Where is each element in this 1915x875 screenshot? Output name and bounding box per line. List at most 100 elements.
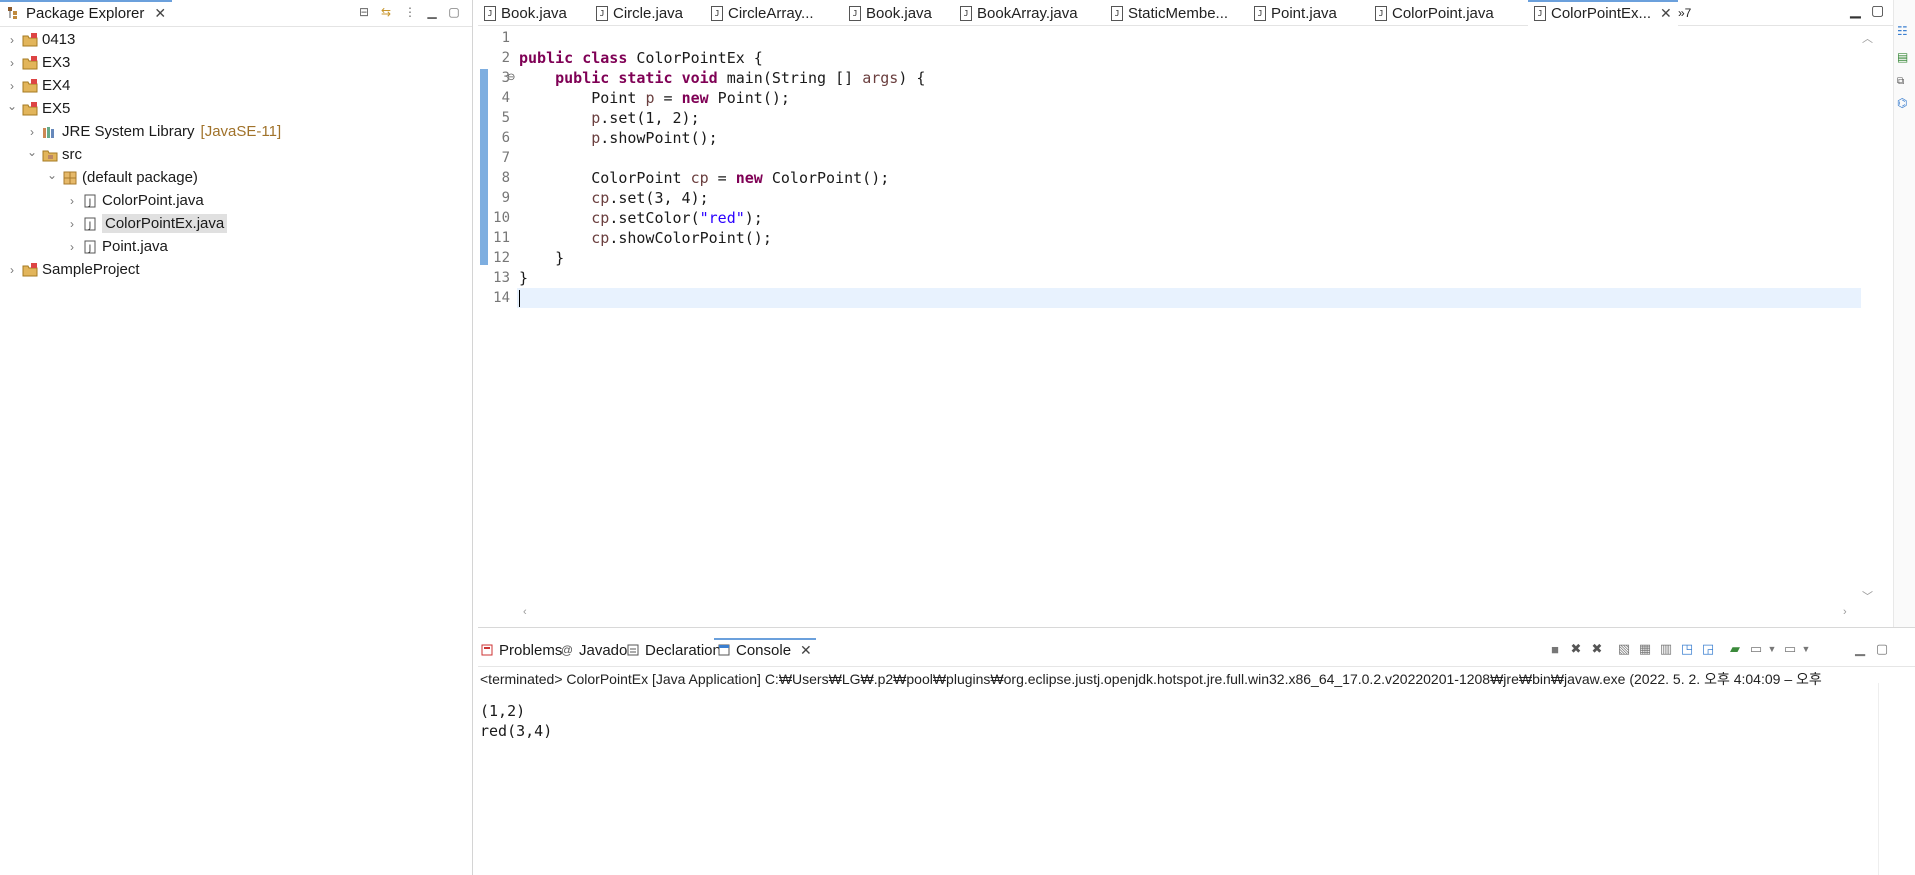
show-on-stdout-icon[interactable]: ◳ (1679, 641, 1695, 657)
code-line[interactable] (517, 288, 1861, 308)
hierarchy-icon[interactable]: ⌬ (1897, 96, 1907, 110)
code-line[interactable]: ColorPoint cp = new ColorPoint(); (519, 168, 1859, 188)
code-line[interactable]: Point p = new Point(); (519, 88, 1859, 108)
restore-icon[interactable]: ⧉ (1897, 76, 1904, 87)
editor-tab[interactable]: J StaticMembe... (1111, 0, 1228, 26)
code-line[interactable] (519, 28, 1859, 48)
line-number-ruler: 1 2 3 4 5 6 7 8 9 10 11 12 13 14 (490, 28, 510, 308)
chevron-right-icon[interactable]: › (4, 79, 20, 93)
chevron-down-icon[interactable]: ⌄ (44, 168, 60, 182)
tree-item[interactable]: ⌄ (default package) (0, 166, 198, 189)
maximize-icon[interactable]: ▢ (1871, 2, 1884, 19)
editor-tab[interactable]: J Book.java (484, 0, 567, 26)
code-editor[interactable]: public class ColorPointEx { public stati… (517, 28, 1861, 308)
tab-declaration[interactable]: Declaration (626, 638, 721, 662)
code-line[interactable]: public class ColorPointEx { (519, 48, 1859, 68)
maximize-icon[interactable]: ▢ (446, 4, 462, 20)
editor-tab-label: Circle.java (613, 4, 684, 22)
editor-vertical-scrollbar[interactable]: ︿ ﹀ (1858, 28, 1878, 614)
chevron-down-icon[interactable]: ⌄ (4, 99, 20, 113)
editor-tab[interactable]: J Point.java (1254, 0, 1337, 26)
minimize-icon[interactable]: ▁ (424, 4, 440, 20)
console-panel: Problems @ Javadoc Declaration Console ✕ ■ ✖ … (478, 627, 1915, 875)
line-number: 12 (493, 250, 510, 266)
collapse-all-icon[interactable]: ⊟ (356, 4, 372, 20)
console-tab-label: Problems (499, 641, 563, 659)
code-line[interactable]: cp.set(3, 4); (519, 188, 1859, 208)
close-icon[interactable]: ✕ (800, 642, 812, 659)
chevron-down-icon[interactable]: ▼ (1798, 641, 1814, 657)
tab-problems[interactable]: Problems (480, 638, 562, 662)
word-wrap-icon[interactable]: ▥ (1658, 641, 1674, 657)
chevron-right-icon[interactable]: › (64, 194, 80, 208)
show-on-stderr-icon[interactable]: ◲ (1700, 641, 1716, 657)
editor-tab[interactable]: J Book.java (849, 0, 932, 26)
task-list-icon[interactable]: ▤ (1897, 50, 1908, 64)
code-line[interactable]: } (519, 248, 1859, 268)
chevron-right-icon[interactable]: › (64, 217, 80, 231)
chevron-down-icon[interactable]: ⌄ (24, 145, 40, 159)
java-file-icon: J (596, 5, 608, 21)
tree-item[interactable]: › J ColorPointEx.java (0, 212, 228, 235)
close-icon[interactable]: ✕ (1660, 5, 1672, 22)
scroll-down-icon[interactable]: ﹀ (1862, 588, 1873, 604)
chevron-down-icon[interactable]: ▼ (1764, 641, 1780, 657)
outline-icon[interactable]: ☷ (1897, 24, 1908, 38)
editor-tab-label: BookArray.java (977, 4, 1078, 22)
scroll-right-icon[interactable]: › (1843, 606, 1847, 618)
tab-javadoc[interactable]: @ Javadoc (560, 638, 635, 662)
chevron-right-icon[interactable]: › (4, 33, 20, 47)
view-menu-icon[interactable]: ⋮ (402, 4, 418, 20)
chevron-right-icon[interactable]: › (4, 263, 20, 277)
editor-horizontal-scrollbar[interactable]: ‹ › (519, 604, 1859, 624)
console-vertical-scrollbar[interactable] (1878, 683, 1899, 875)
tab-package-explorer[interactable]: Package Explorer ✕ (0, 0, 173, 26)
chevron-right-icon[interactable]: › (64, 240, 80, 254)
maximize-icon[interactable]: ▢ (1874, 641, 1890, 657)
remove-launch-icon[interactable]: ✖ (1568, 641, 1584, 657)
tree-item[interactable]: › EX3 (0, 51, 70, 74)
tree-item[interactable]: › SampleProject (0, 258, 140, 281)
tree-item[interactable]: › JRE System Library [JavaSE-11] (0, 120, 281, 143)
line-number: 11 (493, 230, 510, 246)
pin-console-icon[interactable]: ▰ (1727, 641, 1743, 657)
editor-tabbar: J Book.java J Circle.java J CircleArray... J Bo… (478, 0, 1915, 26)
minimize-icon[interactable]: ▁ (1852, 641, 1868, 657)
remove-all-terminated-icon[interactable]: ✖ (1589, 641, 1605, 657)
code-line[interactable]: public static void main(String [] args) … (519, 68, 1859, 88)
code-line[interactable]: cp.showColorPoint(); (519, 228, 1859, 248)
editor-tab[interactable]: J Circle.java (596, 0, 683, 26)
tab-overflow-button[interactable]: »7 (1678, 0, 1691, 26)
code-line[interactable]: p.set(1, 2); (519, 108, 1859, 128)
tree-item[interactable]: › 0413 (0, 28, 75, 51)
chevron-right-icon[interactable]: › (4, 56, 20, 70)
tree-item[interactable]: ⌄ EX5 (0, 97, 70, 120)
scroll-lock-icon[interactable]: ▦ (1637, 641, 1653, 657)
display-console-icon[interactable]: ▭ (1748, 641, 1764, 657)
scroll-left-icon[interactable]: ‹ (523, 606, 527, 618)
link-with-editor-icon[interactable]: ⇆ (378, 4, 394, 20)
console-output[interactable]: (1,2) red(3,4) (480, 701, 552, 741)
chevron-right-icon[interactable]: › (24, 125, 40, 139)
close-icon[interactable]: ✕ (154, 5, 166, 22)
code-line[interactable]: cp.setColor("red"); (519, 208, 1859, 228)
scroll-up-icon[interactable]: ︿ (1862, 30, 1873, 46)
clear-console-icon[interactable]: ▧ (1616, 641, 1632, 657)
minimize-icon[interactable]: ▁ (1850, 2, 1861, 19)
editor-tab[interactable]: J ColorPointEx... ✕ (1528, 0, 1678, 26)
tree-item-label: Point.java (102, 238, 168, 255)
code-line[interactable]: } (519, 268, 1859, 288)
tree-item[interactable]: › J Point.java (0, 235, 168, 258)
code-line[interactable]: p.showPoint(); (519, 128, 1859, 148)
tree-item[interactable]: › J ColorPoint.java (0, 189, 204, 212)
open-console-icon[interactable]: ▭ (1782, 641, 1798, 657)
terminate-icon[interactable]: ■ (1547, 641, 1563, 657)
editor-tab[interactable]: J CircleArray... (711, 0, 814, 26)
tree-item[interactable]: › EX4 (0, 74, 70, 97)
code-line[interactable] (519, 148, 1859, 168)
editor-tab[interactable]: J ColorPoint.java (1375, 0, 1494, 26)
tree-item[interactable]: ⌄ src (0, 143, 82, 166)
editor-tab[interactable]: J BookArray.java (960, 0, 1078, 26)
explorer-title: Package Explorer (26, 4, 145, 22)
tab-console[interactable]: Console ✕ (714, 638, 816, 662)
